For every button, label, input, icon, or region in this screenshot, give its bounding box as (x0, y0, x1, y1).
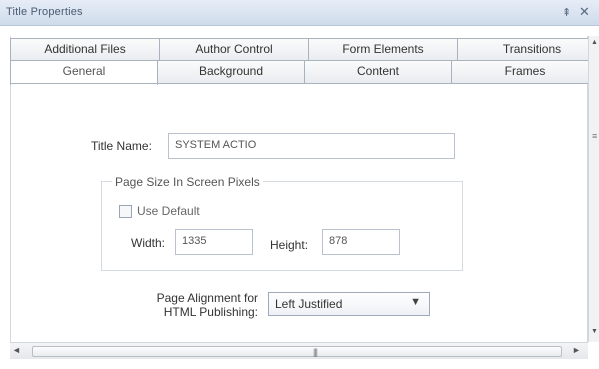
alignment-label-line1: Page Alignment for (156, 291, 258, 305)
tab-general[interactable]: General (10, 60, 158, 85)
chevron-down-icon: ▼ (410, 296, 421, 308)
scroll-up-icon[interactable]: ▲ (591, 39, 598, 46)
horizontal-scrollbar[interactable]: ◄ ||| ► (10, 342, 588, 359)
width-field[interactable]: 1335 (175, 229, 253, 255)
tab-additional-files[interactable]: Additional Files (10, 38, 160, 61)
tab-transitions[interactable]: Transitions (457, 38, 599, 61)
page-alignment-select[interactable]: Left Justified ▼ (268, 292, 430, 316)
tab-frames[interactable]: Frames (451, 60, 599, 83)
page-size-group (101, 181, 463, 271)
use-default-label: Use Default (137, 204, 200, 218)
scroll-grip-icon: ≡ (592, 131, 598, 141)
page-alignment-value: Left Justified (275, 297, 343, 311)
page-size-legend: Page Size In Screen Pixels (112, 175, 263, 189)
pin-icon[interactable]: ⇞ (562, 6, 571, 19)
scroll-right-icon[interactable]: ► (572, 345, 581, 355)
title-name-label: Title Name: (91, 139, 152, 153)
use-default-checkbox[interactable] (119, 205, 132, 218)
tab-row-back: Additional Files Author Control Form Ele… (10, 38, 599, 61)
close-icon[interactable]: ✕ (579, 4, 590, 20)
scroll-down-icon[interactable]: ▼ (591, 328, 598, 335)
title-name-field[interactable]: SYSTEM ACTIO (168, 133, 455, 159)
window-title: Title Properties (6, 6, 83, 18)
tab-author-control[interactable]: Author Control (159, 38, 309, 61)
window-titlebar: Title Properties ⇞ ✕ (0, 0, 599, 26)
tab-background[interactable]: Background (157, 60, 305, 83)
scroll-left-icon[interactable]: ◄ (12, 345, 21, 355)
width-label: Width: (131, 236, 166, 250)
tab-content[interactable]: Content (304, 60, 452, 83)
horizontal-scroll-thumb[interactable]: ||| (32, 346, 562, 357)
tab-row-front: General Background Content Frames (10, 60, 599, 85)
height-label: Height: (270, 238, 309, 252)
alignment-label-line2: HTML Publishing: (163, 305, 258, 319)
vertical-scrollbar[interactable]: ▲ ≡ ▼ (588, 36, 599, 342)
height-field[interactable]: 878 (322, 229, 400, 255)
tab-form-elements[interactable]: Form Elements (308, 38, 458, 61)
thumb-grip-icon: ||| (313, 347, 318, 357)
tab-content-divider (10, 83, 588, 84)
